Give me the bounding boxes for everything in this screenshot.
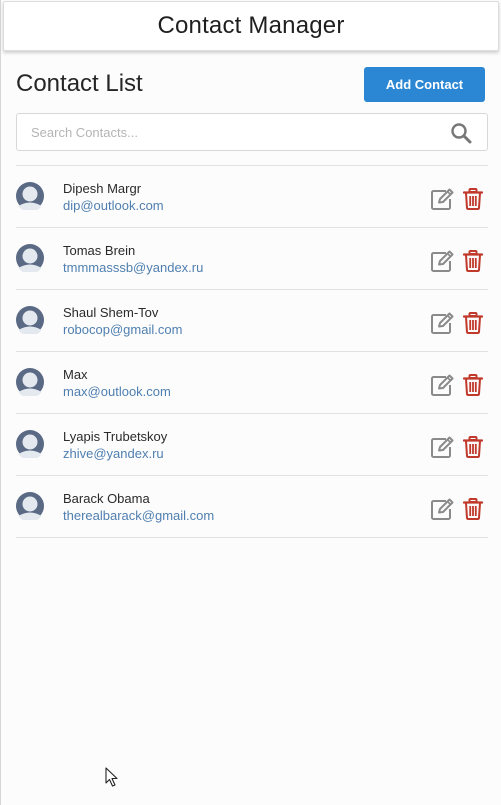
contact-email: max@outlook.com bbox=[63, 384, 171, 399]
contact-name: Dipesh Margr bbox=[63, 181, 142, 196]
contact-row: Max max@outlook.com bbox=[16, 352, 488, 414]
search-icon[interactable] bbox=[450, 122, 472, 144]
search-input[interactable] bbox=[17, 114, 437, 150]
trash-icon[interactable] bbox=[463, 374, 483, 396]
contact-name: Max bbox=[63, 367, 88, 382]
contact-row: Shaul Shem-Tov robocop@gmail.com bbox=[16, 290, 488, 352]
contact-email: therealbarack@gmail.com bbox=[63, 508, 215, 523]
edit-icon[interactable] bbox=[430, 374, 454, 396]
trash-icon[interactable] bbox=[463, 250, 483, 272]
contact-row: Dipesh Margr dip@outlook.com bbox=[16, 166, 488, 228]
app-title: Contact Manager bbox=[157, 12, 345, 39]
trash-icon[interactable] bbox=[463, 498, 483, 520]
add-contact-button[interactable]: Add Contact bbox=[364, 67, 485, 102]
app-header: Contact Manager bbox=[3, 1, 499, 51]
edit-icon[interactable] bbox=[430, 436, 454, 458]
contact-name: Tomas Brein bbox=[63, 243, 136, 258]
avatar-icon bbox=[16, 182, 44, 210]
contact-email: zhive@yandex.ru bbox=[63, 446, 164, 461]
edit-icon[interactable] bbox=[430, 250, 454, 272]
contact-list: Dipesh Margr dip@outlook.com Tomas Brein… bbox=[16, 165, 488, 538]
edit-icon[interactable] bbox=[430, 312, 454, 334]
avatar-icon bbox=[16, 306, 44, 334]
avatar-icon bbox=[16, 368, 44, 396]
contact-name: Shaul Shem-Tov bbox=[63, 305, 159, 320]
search-box bbox=[16, 113, 488, 151]
contact-row: Barack Obama therealbarack@gmail.com bbox=[16, 476, 488, 538]
edit-icon[interactable] bbox=[430, 498, 454, 520]
contact-name: Lyapis Trubetskoy bbox=[63, 429, 168, 444]
edit-icon[interactable] bbox=[430, 188, 454, 210]
mouse-cursor-icon bbox=[105, 767, 118, 787]
contact-email: dip@outlook.com bbox=[63, 198, 164, 213]
trash-icon[interactable] bbox=[463, 188, 483, 210]
contact-row: Lyapis Trubetskoy zhive@yandex.ru bbox=[16, 414, 488, 476]
trash-icon[interactable] bbox=[463, 436, 483, 458]
contact-email: robocop@gmail.com bbox=[63, 322, 183, 337]
trash-icon[interactable] bbox=[463, 312, 483, 334]
contact-email: tmmmasssb@yandex.ru bbox=[63, 260, 204, 275]
avatar-icon bbox=[16, 244, 44, 272]
contact-row: Tomas Brein tmmmasssb@yandex.ru bbox=[16, 228, 488, 290]
page-title: Contact List bbox=[16, 70, 143, 97]
contact-name: Barack Obama bbox=[63, 491, 150, 506]
avatar-icon bbox=[16, 430, 44, 458]
avatar-icon bbox=[16, 492, 44, 520]
